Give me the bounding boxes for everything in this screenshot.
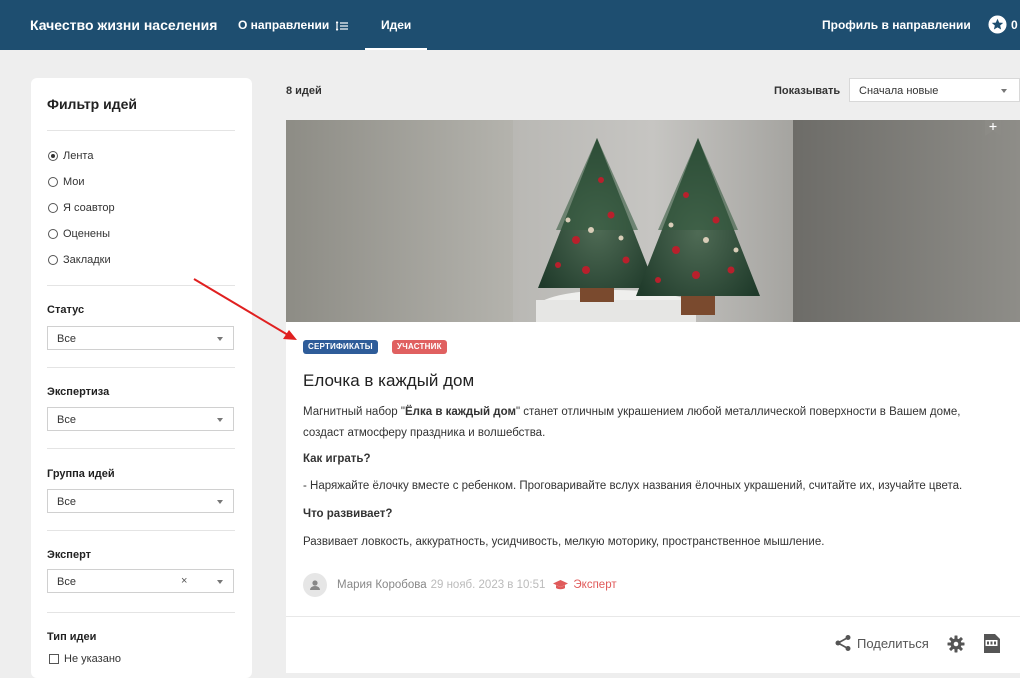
sort-value: Сначала новые xyxy=(859,85,939,97)
how-to-play-heading: Как играть? xyxy=(303,453,371,465)
desc-bold: Ёлка в каждый дом xyxy=(404,406,516,418)
nav-about-label: О направлении xyxy=(238,18,330,32)
radio-label: Лента xyxy=(63,150,94,162)
chevron-down-icon xyxy=(1001,89,1007,93)
chevron-down-icon xyxy=(217,418,223,422)
radio-icon xyxy=(48,203,58,213)
active-tab-indicator xyxy=(365,48,427,50)
how-to-play-text: - Наряжайте ёлочку вместе с ребенком. Пр… xyxy=(303,480,963,492)
share-label: Поделиться xyxy=(857,635,929,651)
radio-label: Закладки xyxy=(63,254,111,266)
pdf-icon[interactable] xyxy=(983,634,1000,653)
brand-title[interactable]: Качество жизни населения xyxy=(30,17,217,33)
divider xyxy=(47,285,235,286)
status-value: Все xyxy=(57,333,76,345)
radio-bookmarks[interactable]: Закладки xyxy=(48,251,111,269)
idea-description: Магнитный набор "Ёлка в каждый дом" стан… xyxy=(303,402,1003,444)
expert-value: Все xyxy=(57,576,76,588)
sort-select[interactable]: Сначала новые xyxy=(849,78,1020,102)
idea-photo[interactable] xyxy=(286,120,1020,322)
chevron-down-icon xyxy=(217,337,223,341)
group-label: Группа идей xyxy=(47,468,115,480)
radio-label: Мои xyxy=(63,176,85,188)
avatar[interactable] xyxy=(303,573,327,597)
radio-coauthor[interactable]: Я соавтор xyxy=(48,199,115,217)
chevron-down-icon xyxy=(217,500,223,504)
radio-selected-icon xyxy=(48,151,58,161)
radio-label: Оценены xyxy=(63,228,111,240)
expert-label: Эксперт xyxy=(573,579,617,591)
status-label: Статус xyxy=(47,304,85,316)
checkbox-not-specified[interactable]: Не указано xyxy=(49,653,121,665)
expert-badge: Эксперт xyxy=(553,579,617,591)
group-select[interactable]: Все xyxy=(47,489,234,513)
develops-heading: Что развивает? xyxy=(303,508,393,520)
divider xyxy=(47,448,235,449)
profile-link[interactable]: Профиль в направлении xyxy=(822,18,971,32)
divider xyxy=(47,612,235,613)
idea-card: СЕРТИФИКАТЫ УЧАСТНИК Елочка в каждый дом… xyxy=(286,120,1020,673)
radio-icon xyxy=(48,177,58,187)
radio-feed[interactable]: Лента xyxy=(48,147,93,165)
list-icon xyxy=(335,20,348,31)
top-navigation-bar: Качество жизни населения О направлении И… xyxy=(0,0,1020,50)
author-row: Мария Коробова 29 нояб. 2023 в 10:51 Экс… xyxy=(303,573,617,597)
divider xyxy=(286,616,1020,617)
star-count: 0 xyxy=(1011,18,1018,32)
filter-title: Фильтр идей xyxy=(47,96,138,112)
nav-about[interactable]: О направлении xyxy=(238,18,348,32)
radio-rated[interactable]: Оценены xyxy=(48,225,110,243)
expertise-label: Экспертиза xyxy=(47,386,110,398)
checkbox-icon xyxy=(49,654,59,664)
checkbox-label: Не указано xyxy=(64,653,122,665)
expert-label: Эксперт xyxy=(47,549,92,561)
idea-title[interactable]: Елочка в каждый дом xyxy=(303,371,474,391)
post-date: 29 нояб. 2023 в 10:51 xyxy=(430,579,546,591)
divider xyxy=(47,130,235,131)
group-value: Все xyxy=(57,496,76,508)
share-button[interactable]: Поделиться xyxy=(834,634,929,652)
desc-prefix: Магнитный набор " xyxy=(303,406,405,418)
share-icon xyxy=(835,635,851,651)
develops-text: Развивает ловкость, аккуратность, усидчи… xyxy=(303,536,825,548)
tag-participant[interactable]: УЧАСТНИК xyxy=(392,340,447,354)
star-icon[interactable] xyxy=(988,15,1007,34)
expert-select[interactable]: Все × xyxy=(47,569,234,593)
author-name[interactable]: Мария Коробова xyxy=(337,579,427,591)
idea-type-label: Тип идеи xyxy=(47,631,97,643)
radio-mine[interactable]: Мои xyxy=(48,173,85,191)
divider xyxy=(47,530,235,531)
expertise-value: Все xyxy=(57,414,76,426)
tag-certificates[interactable]: СЕРТИФИКАТЫ xyxy=(303,340,378,354)
graduation-cap-icon xyxy=(553,579,569,589)
expertise-select[interactable]: Все xyxy=(47,407,234,431)
nav-ideas[interactable]: Идеи xyxy=(381,18,411,32)
ideas-count: 8 идей xyxy=(286,85,322,97)
clear-icon[interactable]: × xyxy=(181,575,187,587)
chevron-down-icon xyxy=(217,580,223,584)
radio-label: Я соавтор xyxy=(63,202,115,214)
status-select[interactable]: Все xyxy=(47,326,234,350)
divider xyxy=(47,367,235,368)
gear-icon[interactable] xyxy=(947,635,965,653)
sort-label: Показывать xyxy=(774,85,841,97)
radio-icon xyxy=(48,229,58,239)
idea-filter-panel: Фильтр идей Лента Мои Я соавтор Оценены … xyxy=(31,78,252,678)
user-icon xyxy=(310,580,320,590)
radio-icon xyxy=(48,255,58,265)
